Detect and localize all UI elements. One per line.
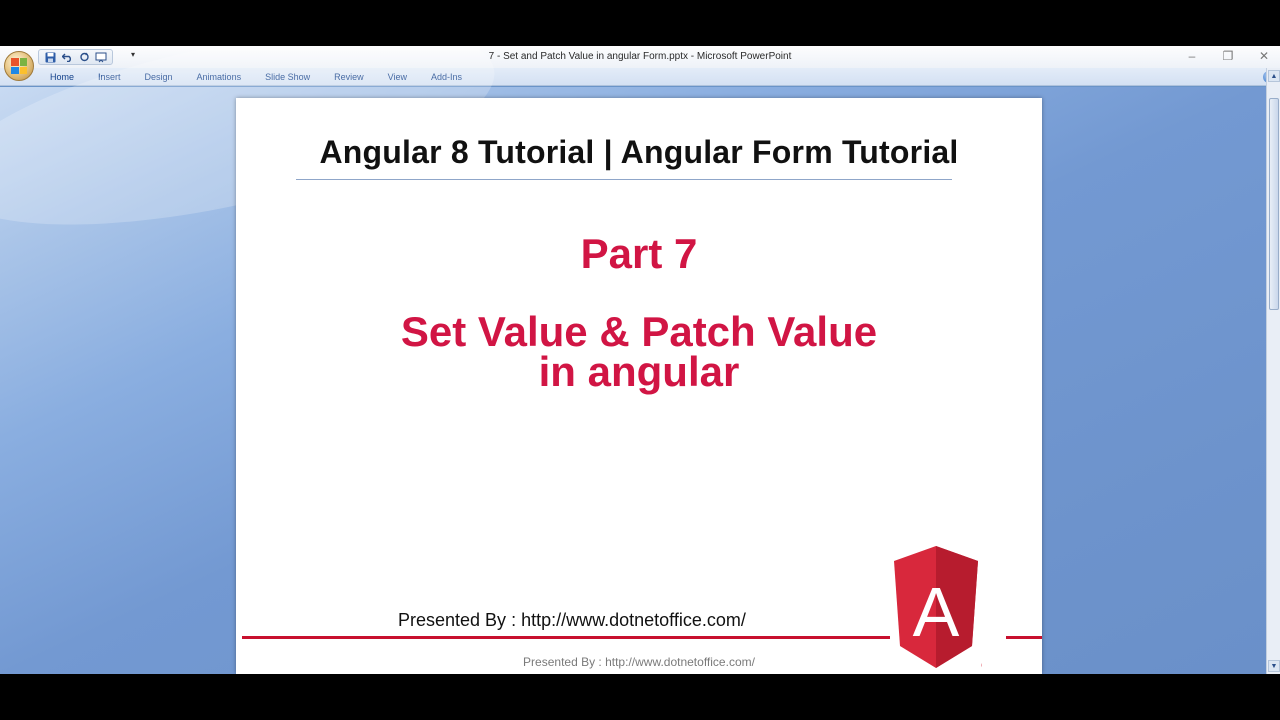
presented-by-text: Presented By : http://www.dotnetoffice.c… bbox=[398, 610, 746, 630]
tab-home[interactable]: Home bbox=[38, 71, 86, 83]
slide-subtitle: Set Value & Patch Value in angular bbox=[236, 308, 1042, 395]
footer-rule-left bbox=[242, 636, 890, 639]
scroll-thumb[interactable] bbox=[1269, 98, 1279, 310]
slide-canvas[interactable]: Angular 8 Tutorial | Angular Form Tutori… bbox=[236, 98, 1042, 674]
window-controls: – ❐ ✕ bbox=[1184, 49, 1272, 63]
redo-icon[interactable] bbox=[77, 51, 91, 63]
angular-logo-icon: A 8 bbox=[894, 546, 982, 674]
powerpoint-window: 7 - Set and Patch Value in angular Form.… bbox=[0, 46, 1280, 674]
restore-button[interactable]: ❐ bbox=[1220, 49, 1236, 63]
subtitle-line-1: Set Value & Patch Value bbox=[400, 308, 878, 355]
save-icon[interactable] bbox=[43, 51, 57, 63]
logo-letter: A bbox=[913, 573, 960, 651]
slide-title: Angular 8 Tutorial | Angular Form Tutori… bbox=[319, 134, 959, 170]
office-button[interactable] bbox=[4, 51, 34, 81]
letterbox-top bbox=[0, 0, 1280, 46]
office-logo-icon bbox=[11, 58, 27, 74]
part-heading: Part 7 bbox=[580, 230, 698, 277]
minimize-button[interactable]: – bbox=[1184, 49, 1200, 63]
undo-icon[interactable] bbox=[60, 51, 74, 63]
vertical-scrollbar[interactable]: ▲ ▼ bbox=[1266, 68, 1280, 674]
title-underline bbox=[296, 179, 952, 180]
subtitle-line-2: in angular bbox=[538, 348, 740, 395]
close-button[interactable]: ✕ bbox=[1256, 49, 1272, 63]
scroll-up-icon[interactable]: ▲ bbox=[1268, 70, 1280, 82]
scroll-down-icon[interactable]: ▼ bbox=[1268, 660, 1280, 672]
letterbox-bottom bbox=[0, 674, 1280, 720]
quick-access-toolbar bbox=[38, 49, 113, 65]
slideshow-icon[interactable] bbox=[94, 51, 108, 63]
customize-toolbar-dropdown-icon[interactable]: ▾ bbox=[131, 50, 135, 59]
logo-number: 8 bbox=[981, 646, 982, 674]
footer-rule-right bbox=[1006, 636, 1042, 639]
